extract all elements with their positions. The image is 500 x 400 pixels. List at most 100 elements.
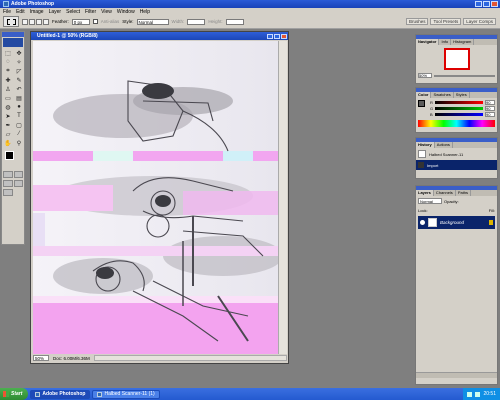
blend-mode-select[interactable]: Normal [418, 198, 442, 204]
menu-select[interactable]: Select [66, 9, 80, 15]
hand-tool-icon[interactable]: ✋ [3, 139, 13, 147]
maximize-button[interactable] [483, 1, 490, 7]
move-tool-icon[interactable]: ✥ [14, 49, 24, 57]
document-vertical-scrollbar[interactable] [278, 41, 287, 354]
navigator-thumbnail[interactable] [443, 48, 470, 70]
tab-swatches[interactable]: Swatches [431, 92, 454, 98]
brush-tool-icon[interactable]: ✎ [14, 76, 24, 84]
eyedropper-tool-icon[interactable]: ⁄ [14, 130, 24, 138]
close-button[interactable] [491, 1, 498, 7]
path-selection-tool-icon[interactable]: ➤ [3, 112, 13, 120]
lasso-tool-icon[interactable]: ◌ [3, 58, 13, 66]
document-maximize-button[interactable] [274, 33, 280, 39]
image-canvas[interactable] [33, 41, 279, 354]
quick-mask-mode-icon[interactable] [13, 171, 23, 178]
menu-image[interactable]: Image [30, 9, 44, 15]
intersect-selection-icon[interactable] [43, 18, 49, 25]
menu-file[interactable]: File [3, 9, 11, 15]
document-titlebar[interactable]: Untitled-1 @ 50% (RGB/8) [31, 32, 288, 40]
palette-well-layer-comps[interactable]: Layer Comps [463, 18, 496, 25]
color-spectrum-ramp[interactable] [418, 120, 495, 127]
pen-tool-icon[interactable]: ✒ [3, 121, 13, 129]
palette-well-tool-presets[interactable]: Tool Presets [430, 18, 462, 25]
document-minimize-button[interactable] [267, 33, 273, 39]
tab-navigator[interactable]: Navigator [416, 39, 440, 45]
subtract-selection-icon[interactable] [36, 18, 42, 25]
menu-edit[interactable]: Edit [16, 9, 25, 15]
red-value[interactable]: 90 [485, 100, 495, 105]
tab-histogram[interactable]: Histogram [451, 39, 475, 45]
tab-actions[interactable]: Actions [435, 142, 453, 148]
document-size-info[interactable]: Doc: 6.00M/6.36M [53, 356, 90, 361]
tool-preset-picker[interactable] [3, 16, 19, 27]
layer-background[interactable]: Background [418, 216, 495, 229]
taskbar-item-scanner[interactable]: Halbed Scanner-11 (1) [92, 389, 160, 399]
slice-tool-icon[interactable]: ◸ [14, 67, 24, 75]
tab-info[interactable]: Info [439, 39, 452, 45]
tab-history[interactable]: History [416, 142, 435, 148]
blue-value[interactable]: 90 [485, 112, 495, 117]
clone-stamp-tool-icon[interactable]: ♙ [3, 85, 13, 93]
add-selection-icon[interactable] [29, 18, 35, 25]
tab-channels[interactable]: Channels [434, 190, 456, 196]
blue-slider[interactable] [434, 113, 483, 116]
tray-icon[interactable] [467, 391, 473, 397]
photoshop-task-icon [35, 391, 41, 397]
healing-brush-tool-icon[interactable]: ✚ [3, 76, 13, 84]
adobe-online-button[interactable] [3, 38, 23, 47]
notes-tool-icon[interactable]: ▱ [3, 130, 13, 138]
document-horizontal-scrollbar[interactable] [93, 355, 287, 361]
menu-view[interactable]: View [101, 9, 112, 15]
full-screen-mode-icon[interactable] [13, 180, 23, 187]
palette-well-brushes[interactable]: Brushes [405, 18, 429, 25]
antialias-checkbox[interactable] [92, 19, 98, 24]
clock[interactable]: 20:51 [483, 391, 496, 397]
menu-window[interactable]: Window [117, 9, 135, 15]
green-slider[interactable] [435, 107, 483, 110]
history-brush-tool-icon[interactable]: ↶ [14, 85, 24, 93]
zoom-tool-icon[interactable]: ⚲ [14, 139, 24, 147]
zoom-level-field[interactable]: 50% [33, 355, 49, 361]
eraser-tool-icon[interactable]: ▭ [3, 94, 13, 102]
tray-icon[interactable] [475, 391, 481, 397]
menu-layer[interactable]: Layer [49, 9, 62, 15]
height-input[interactable] [225, 18, 244, 25]
shape-tool-icon[interactable]: ▢ [14, 121, 24, 129]
standard-mode-icon[interactable] [3, 171, 13, 178]
blur-tool-icon[interactable]: ◍ [3, 103, 13, 111]
red-slider[interactable] [434, 101, 483, 104]
tab-layers[interactable]: Layers [416, 190, 434, 196]
width-input[interactable] [187, 18, 206, 25]
menu-filter[interactable]: Filter [85, 9, 96, 15]
tab-paths[interactable]: Paths [456, 190, 472, 196]
navigator-zoom-slider[interactable] [434, 74, 495, 77]
minimize-button[interactable] [475, 1, 482, 7]
new-selection-icon[interactable] [22, 18, 28, 25]
lock-label: Lock: [418, 208, 428, 213]
standard-screen-mode-icon[interactable] [3, 180, 13, 187]
green-value[interactable]: 90 [485, 106, 495, 111]
feather-input[interactable]: 0 px [71, 18, 90, 25]
document-close-button[interactable] [281, 33, 287, 39]
magic-wand-tool-icon[interactable]: ✧ [14, 58, 24, 66]
tab-styles[interactable]: Styles [454, 92, 470, 98]
scanned-sketch-image [33, 41, 279, 354]
history-snapshot[interactable]: Halbed Scanner-11 [416, 148, 497, 160]
style-select[interactable]: Normal [136, 18, 169, 25]
crop-tool-icon[interactable]: ⌗ [3, 67, 13, 75]
menu-help[interactable]: Help [140, 9, 150, 15]
history-item-import[interactable]: Import [416, 160, 497, 170]
type-tool-icon[interactable]: T [14, 112, 24, 120]
gradient-tool-icon[interactable]: ▤ [14, 94, 24, 102]
marquee-tool-icon[interactable]: ⬚ [3, 49, 13, 57]
navigator-zoom-field[interactable]: 50% [418, 73, 432, 78]
foreground-color-swatch[interactable] [5, 151, 14, 160]
dodge-tool-icon[interactable]: ● [14, 103, 24, 111]
foreground-color-chip[interactable] [418, 100, 425, 107]
jump-to-imageready-icon[interactable] [3, 189, 13, 196]
eye-icon[interactable] [420, 220, 425, 225]
toolbox-titlebar[interactable] [2, 32, 24, 37]
taskbar-item-photoshop[interactable]: Adobe Photoshop [30, 389, 91, 399]
tab-color[interactable]: Color [416, 92, 432, 98]
start-button[interactable]: Start [0, 388, 29, 400]
